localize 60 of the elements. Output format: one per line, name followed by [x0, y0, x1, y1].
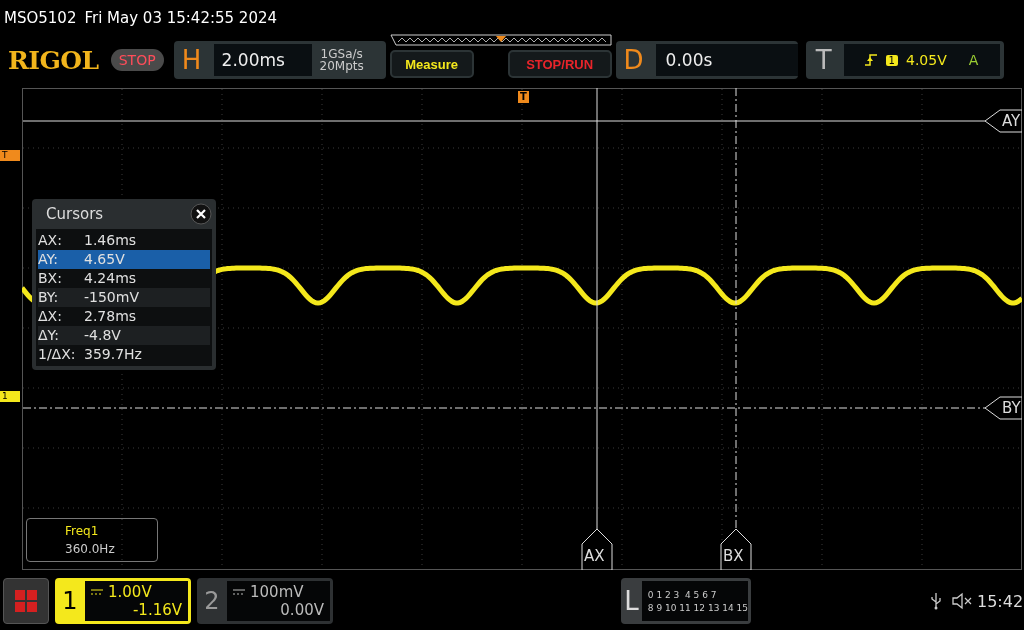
- cursor-tag[interactable]: BY: [1002, 397, 1021, 419]
- horizontal-label: H: [180, 45, 203, 75]
- horizontal-panel[interactable]: H 2.00ms 1GSa/s 20Mpts: [173, 41, 386, 79]
- trigger-panel[interactable]: T 1 4.05V A: [805, 41, 1004, 79]
- model-name: MSO5102: [4, 8, 77, 27]
- channel-panel[interactable]: 2 100mV 0.00V: [197, 578, 333, 624]
- date-time: Fri May 03 15:42:55 2024: [84, 8, 278, 27]
- channel-marker[interactable]: 1: [0, 391, 20, 402]
- dc-coupling-icon: [91, 589, 103, 595]
- memory-bar-icon: [389, 34, 612, 46]
- cursor-readout-row[interactable]: BX: 4.24ms: [38, 269, 210, 288]
- channel-panel[interactable]: 1 1.00V -1.16V: [55, 578, 191, 624]
- measurement-name: Freq1: [65, 524, 100, 538]
- clock: 15:42: [977, 591, 1024, 611]
- cursor-tag[interactable]: AY: [1002, 110, 1021, 132]
- channel-offset: -1.16V: [131, 601, 182, 619]
- delay-label: D: [622, 45, 645, 75]
- trigger-level-marker[interactable]: T: [0, 150, 20, 161]
- cursor-readout-row[interactable]: BY: -150mV: [38, 288, 210, 307]
- trigger-level: 4.05V: [905, 52, 947, 68]
- trigger-source-badge: 1: [885, 54, 898, 66]
- channel-number: 2: [203, 587, 221, 615]
- toolbar-button[interactable]: STOP/RUN: [507, 50, 612, 78]
- channel-offset: 0.00V: [279, 601, 324, 619]
- cursor-tag-outline: [581, 528, 613, 570]
- channel-number: 1: [61, 587, 79, 615]
- channel-scale: 1.00V: [108, 583, 152, 601]
- panel-title: Cursors: [45, 205, 104, 223]
- toolbar-button[interactable]: Measure: [389, 50, 474, 78]
- logic-channel-numbers: 8 9 10 11 12 13 14 15: [647, 602, 748, 613]
- rising-edge-icon: [863, 53, 878, 67]
- muted-speaker-icon[interactable]: [951, 592, 973, 610]
- cursor-line[interactable]: [22, 407, 986, 409]
- cursor-readout-row[interactable]: AX: 1.46ms: [38, 231, 210, 250]
- logic-channel-numbers: 0 1 2 3 4 5 6 7: [647, 589, 718, 600]
- timebase-value: 2.00ms: [213, 44, 312, 76]
- cursor-tag[interactable]: BX: [723, 545, 744, 567]
- cursor-tag[interactable]: AX: [584, 545, 605, 567]
- trigger-position-marker[interactable]: T: [518, 91, 529, 103]
- cursor-readout-row[interactable]: ΔY: -4.8V: [38, 326, 210, 345]
- dc-coupling-icon: [233, 589, 245, 595]
- measurement-value: 360.0Hz: [65, 542, 116, 556]
- delay-panel[interactable]: D 0.00s: [615, 41, 798, 79]
- cursor-readout-row[interactable]: ΔX: 2.78ms: [38, 307, 210, 326]
- usb-icon: [931, 592, 941, 610]
- cursor-tag-outline: [720, 528, 752, 570]
- grid-icon: [15, 590, 37, 612]
- delay-value: 0.00s: [655, 44, 798, 76]
- logic-panel[interactable]: L 0 1 2 3 4 5 6 7 8 9 10 11 12 13 14 15: [621, 578, 751, 624]
- cursor-line[interactable]: [735, 88, 737, 530]
- menu-button[interactable]: [3, 578, 49, 624]
- brand-logo: RIGOL: [8, 45, 99, 75]
- sample-rate: 1GSa/s 20Mpts: [319, 48, 364, 72]
- channel-scale: 100mV: [250, 583, 304, 601]
- trigger-mode: A: [968, 52, 979, 68]
- close-icon[interactable]: [190, 203, 212, 225]
- cursor-readout-row[interactable]: 1/ΔX: 359.7Hz: [38, 345, 210, 364]
- logic-label: L: [623, 586, 640, 616]
- cursor-readout-row[interactable]: AY: 4.65V: [38, 250, 210, 269]
- trigger-label: T: [814, 45, 833, 75]
